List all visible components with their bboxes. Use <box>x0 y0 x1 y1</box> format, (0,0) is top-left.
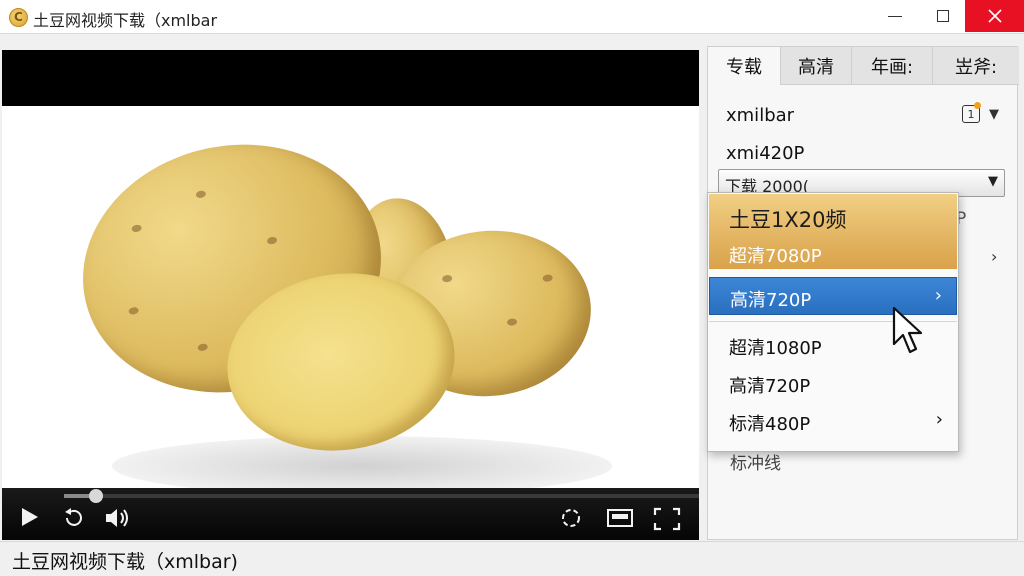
potato-spot <box>128 306 140 316</box>
potato-spot <box>441 274 453 283</box>
app-logo-icon: C <box>9 8 28 27</box>
video-controls <box>2 488 699 540</box>
chevron-right-icon[interactable]: › <box>991 247 997 266</box>
maximize-button[interactable] <box>920 0 966 32</box>
menu-header-subtitle: 超清7080P <box>729 246 822 267</box>
potato-spot <box>542 274 553 283</box>
menu-header-title: 土豆1X20频 <box>729 208 847 232</box>
title-bar[interactable]: C 土豆网视频下载（xmlbar <box>0 0 1024 34</box>
video-frame[interactable] <box>2 106 699 528</box>
minimize-icon <box>888 15 902 17</box>
menu-item[interactable]: 高清720P <box>709 364 957 402</box>
menu-item-label: 高清720P <box>729 376 811 397</box>
tab-download[interactable]: 专载 <box>708 47 781 85</box>
menu-item[interactable]: 标清480P › <box>709 402 957 440</box>
chevron-down-icon: ▼ <box>988 174 998 189</box>
panel-hidden-text: 标冲线 <box>730 454 781 474</box>
status-bar: 土豆网视频下载（xmlbar) <box>0 541 1024 576</box>
close-icon <box>987 9 1002 23</box>
potato-spot <box>195 189 207 199</box>
menu-item-label: 标清480P <box>729 414 811 435</box>
app-logo-glyph: C <box>14 10 23 24</box>
tab-third[interactable]: 年画: <box>852 47 933 85</box>
loop-icon[interactable] <box>558 506 584 530</box>
close-button[interactable] <box>965 0 1024 32</box>
status-text: 土豆网视频下载（xmlbar) <box>12 551 238 573</box>
chevron-down-icon[interactable]: ▼ <box>989 107 999 122</box>
volume-icon[interactable] <box>104 506 132 530</box>
picture-in-picture-icon[interactable] <box>606 506 634 530</box>
video-player[interactable] <box>2 50 699 540</box>
minimize-button[interactable] <box>872 0 918 32</box>
maximize-icon <box>937 10 949 22</box>
chevron-right-icon: › <box>934 285 942 306</box>
chevron-right-icon: › <box>935 409 943 430</box>
tab-hd[interactable]: 高清 <box>781 47 852 85</box>
menu-header[interactable]: 土豆1X20频 超清7080P <box>709 194 957 269</box>
panel-tabs: 专载 高清 年画: 岦斧: <box>708 47 1019 85</box>
potato-spot <box>197 342 209 352</box>
progress-bar[interactable] <box>64 489 699 503</box>
tab-fourth[interactable]: 岦斧: <box>933 47 1019 85</box>
play-icon[interactable] <box>18 506 40 528</box>
app-window: C 土豆网视频下载（xmlbar 专载 高清 年画: 岦斧: xmilbar 1… <box>0 0 1024 576</box>
progress-knob[interactable] <box>88 489 103 503</box>
fullscreen-icon[interactable] <box>652 506 682 532</box>
window-title: 土豆网视频下载（xmlbar <box>33 11 218 30</box>
menu-item-label: 高清720P <box>730 290 812 311</box>
potato-spot <box>266 236 278 246</box>
panel-row-name: xmilbar <box>726 105 795 126</box>
menu-item-label: 超清1080P <box>729 338 822 359</box>
panel-row-quality: xmi420P <box>726 143 805 164</box>
rewind-icon[interactable] <box>62 506 86 530</box>
potato-spot <box>130 223 143 233</box>
notification-badge <box>974 102 981 109</box>
mouse-cursor-icon <box>892 306 923 354</box>
potato-spot <box>506 318 518 327</box>
